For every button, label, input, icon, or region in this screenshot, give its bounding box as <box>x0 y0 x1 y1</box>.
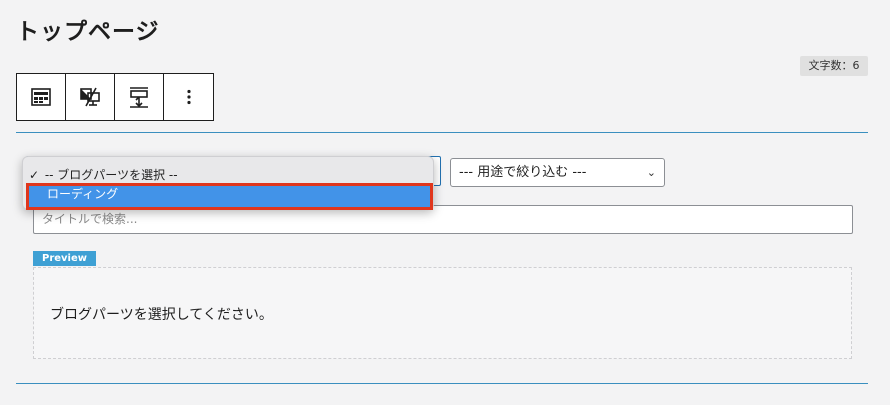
page-title: トップページ <box>16 19 160 45</box>
chevron-down-icon: ⌄ <box>646 166 656 179</box>
dropdown-option-label: -- ブログパーツを選択 -- <box>44 168 178 182</box>
divider-bottom <box>16 383 868 384</box>
block-toolbar <box>16 73 214 121</box>
char-count-badge: 文字数：6 <box>800 56 868 76</box>
layout-block-icon <box>31 88 51 106</box>
preview-message: ブログパーツを選択してください。 <box>50 307 273 323</box>
block-type-button[interactable] <box>17 74 66 120</box>
preview-label: Preview <box>33 251 96 266</box>
no-display-icon <box>80 87 100 107</box>
dropdown-option-loading[interactable]: ローディング <box>26 183 433 210</box>
dropdown-option-default[interactable]: ✓ -- ブログパーツを選択 -- <box>29 166 178 183</box>
filter-select-value: --- 用途で絞り込む --- <box>459 165 587 180</box>
height-adjust-button[interactable] <box>115 74 164 120</box>
toggle-display-button[interactable] <box>66 74 115 120</box>
filter-select[interactable]: --- 用途で絞り込む --- ⌄ <box>450 158 665 187</box>
blog-parts-dropdown[interactable]: ✓ -- ブログパーツを選択 -- ローディング <box>22 156 434 210</box>
more-vertical-icon <box>186 89 191 105</box>
vertical-resize-icon <box>130 87 148 108</box>
divider-top <box>16 132 868 133</box>
checkmark-icon: ✓ <box>29 168 40 182</box>
preview-area: ブログパーツを選択してください。 <box>33 267 852 359</box>
more-options-button[interactable] <box>164 74 213 120</box>
